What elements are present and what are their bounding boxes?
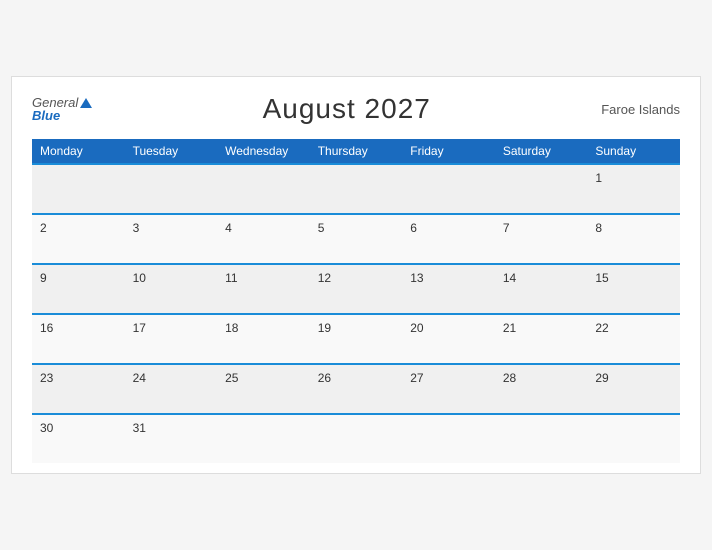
calendar-thead: Monday Tuesday Wednesday Thursday Friday… xyxy=(32,139,680,164)
calendar-day-cell: 28 xyxy=(495,364,588,414)
header-sunday: Sunday xyxy=(587,139,680,164)
calendar-day-cell: 2 xyxy=(32,214,125,264)
calendar-header: General Blue August 2027 Faroe Islands xyxy=(32,93,680,125)
calendar-day-cell: 7 xyxy=(495,214,588,264)
header-tuesday: Tuesday xyxy=(125,139,218,164)
calendar-day-cell: 1 xyxy=(587,164,680,214)
calendar-week-row: 3031 xyxy=(32,414,680,463)
calendar-day-cell: 4 xyxy=(217,214,310,264)
calendar-day-cell xyxy=(32,164,125,214)
calendar-container: General Blue August 2027 Faroe Islands M… xyxy=(11,76,701,474)
calendar-day-cell xyxy=(310,414,403,463)
logo-triangle-icon xyxy=(80,98,92,108)
calendar-day-cell: 27 xyxy=(402,364,495,414)
calendar-day-cell xyxy=(495,414,588,463)
calendar-day-cell: 13 xyxy=(402,264,495,314)
calendar-week-row: 9101112131415 xyxy=(32,264,680,314)
calendar-day-cell xyxy=(310,164,403,214)
header-monday: Monday xyxy=(32,139,125,164)
calendar-day-cell: 20 xyxy=(402,314,495,364)
calendar-day-cell: 9 xyxy=(32,264,125,314)
calendar-day-cell: 23 xyxy=(32,364,125,414)
calendar-region: Faroe Islands xyxy=(601,102,680,117)
calendar-day-cell: 8 xyxy=(587,214,680,264)
calendar-day-cell xyxy=(402,414,495,463)
calendar-day-cell: 17 xyxy=(125,314,218,364)
calendar-day-cell: 3 xyxy=(125,214,218,264)
calendar-day-cell: 30 xyxy=(32,414,125,463)
calendar-day-cell: 24 xyxy=(125,364,218,414)
calendar-day-cell: 6 xyxy=(402,214,495,264)
calendar-table: Monday Tuesday Wednesday Thursday Friday… xyxy=(32,139,680,463)
day-header-row: Monday Tuesday Wednesday Thursday Friday… xyxy=(32,139,680,164)
calendar-day-cell: 5 xyxy=(310,214,403,264)
calendar-day-cell: 26 xyxy=(310,364,403,414)
header-thursday: Thursday xyxy=(310,139,403,164)
calendar-day-cell xyxy=(587,414,680,463)
calendar-title: August 2027 xyxy=(263,93,431,125)
calendar-day-cell: 22 xyxy=(587,314,680,364)
calendar-day-cell xyxy=(217,164,310,214)
calendar-day-cell: 21 xyxy=(495,314,588,364)
calendar-week-row: 2345678 xyxy=(32,214,680,264)
calendar-day-cell: 11 xyxy=(217,264,310,314)
header-saturday: Saturday xyxy=(495,139,588,164)
calendar-body: 1234567891011121314151617181920212223242… xyxy=(32,164,680,463)
calendar-day-cell xyxy=(217,414,310,463)
calendar-day-cell xyxy=(402,164,495,214)
calendar-day-cell: 16 xyxy=(32,314,125,364)
calendar-day-cell: 14 xyxy=(495,264,588,314)
calendar-day-cell xyxy=(125,164,218,214)
header-wednesday: Wednesday xyxy=(217,139,310,164)
calendar-day-cell: 12 xyxy=(310,264,403,314)
calendar-week-row: 16171819202122 xyxy=(32,314,680,364)
logo: General Blue xyxy=(32,96,92,122)
calendar-week-row: 1 xyxy=(32,164,680,214)
calendar-day-cell: 19 xyxy=(310,314,403,364)
calendar-day-cell: 15 xyxy=(587,264,680,314)
header-friday: Friday xyxy=(402,139,495,164)
calendar-day-cell: 31 xyxy=(125,414,218,463)
calendar-day-cell: 25 xyxy=(217,364,310,414)
calendar-day-cell: 10 xyxy=(125,264,218,314)
calendar-day-cell xyxy=(495,164,588,214)
logo-blue-text: Blue xyxy=(32,109,60,122)
calendar-day-cell: 29 xyxy=(587,364,680,414)
calendar-week-row: 23242526272829 xyxy=(32,364,680,414)
calendar-day-cell: 18 xyxy=(217,314,310,364)
